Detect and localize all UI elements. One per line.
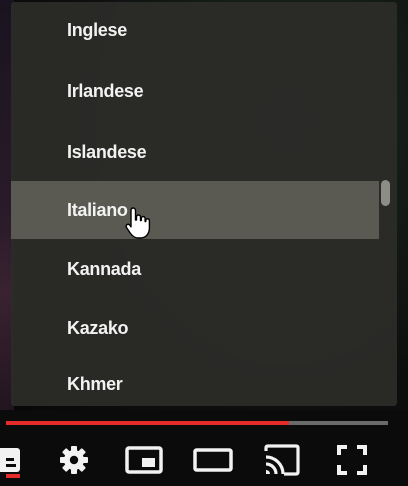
player-controls xyxy=(0,440,408,486)
subtitle-language-menu: Inglese Irlandese Islandese Italiano Kan… xyxy=(11,2,397,406)
gear-icon xyxy=(60,446,88,474)
menu-item-label: Khmer xyxy=(67,373,123,394)
progress-bar-played xyxy=(6,421,289,425)
miniplayer-button[interactable] xyxy=(122,442,166,478)
video-player: Inglese Irlandese Islandese Italiano Kan… xyxy=(0,0,408,486)
menu-item-label: Islandese xyxy=(67,141,147,162)
theater-mode-button[interactable] xyxy=(190,442,236,478)
fullscreen-button[interactable] xyxy=(332,442,372,478)
cast-icon xyxy=(264,444,300,476)
menu-item-label: Italiano xyxy=(67,199,128,220)
subtitles-active-indicator xyxy=(6,474,20,478)
fullscreen-icon xyxy=(337,445,367,475)
subtitles-icon xyxy=(0,448,20,472)
menu-item-label: Inglese xyxy=(67,19,127,40)
menu-item-label: Irlandese xyxy=(67,80,144,101)
menu-item-label: Kannada xyxy=(67,258,141,279)
hand-cursor-icon xyxy=(125,207,151,239)
menu-item-kannada[interactable]: Kannada xyxy=(11,240,379,298)
menu-item-inglese[interactable]: Inglese xyxy=(11,2,379,58)
menu-item-khmer[interactable]: Khmer xyxy=(11,355,379,406)
menu-item-italiano[interactable]: Italiano xyxy=(11,181,379,239)
menu-item-islandese[interactable]: Islandese xyxy=(11,123,379,181)
settings-button[interactable] xyxy=(54,442,94,478)
menu-item-irlandese[interactable]: Irlandese xyxy=(11,62,379,120)
menu-scrollbar-thumb[interactable] xyxy=(381,180,390,206)
cast-button[interactable] xyxy=(260,442,304,478)
theater-mode-icon xyxy=(193,448,233,472)
menu-item-label: Kazako xyxy=(67,317,129,338)
subtitles-button[interactable] xyxy=(0,442,24,478)
menu-item-kazako[interactable]: Kazako xyxy=(11,299,379,357)
miniplayer-icon xyxy=(125,446,163,474)
progress-bar[interactable] xyxy=(6,421,388,425)
